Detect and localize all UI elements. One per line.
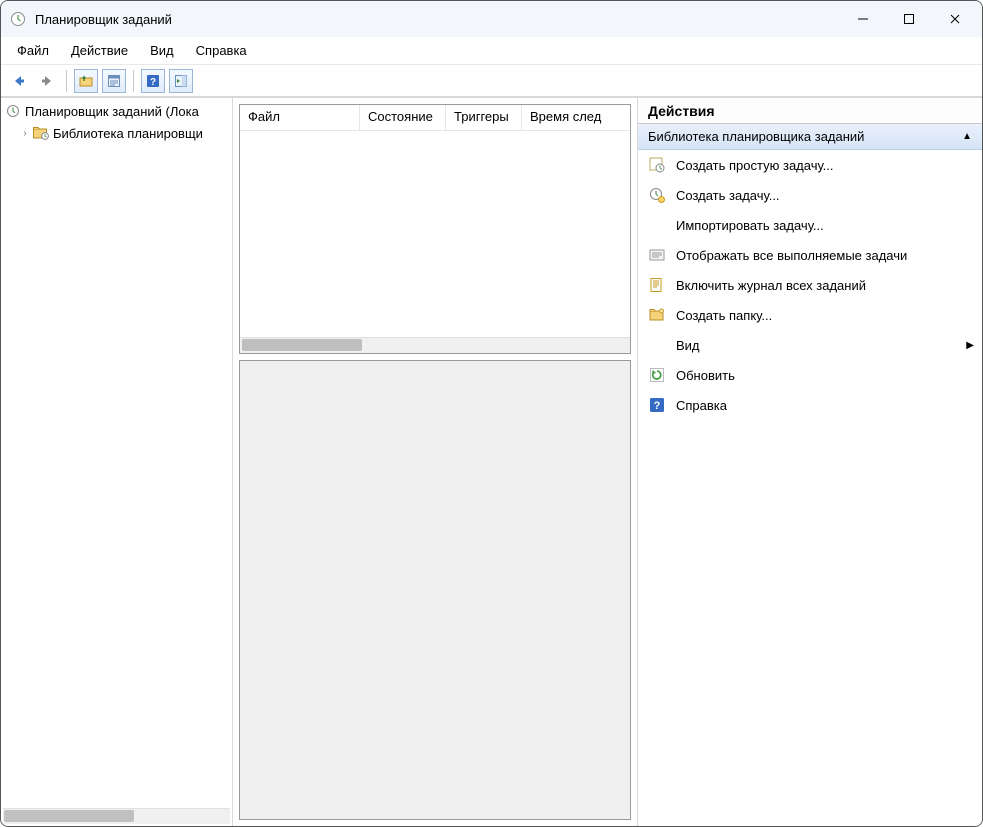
blank-icon [648, 216, 666, 234]
svg-text:?: ? [150, 77, 156, 88]
tree-panel: Планировщик заданий (Лока › Библиотека п… [1, 98, 233, 826]
action-label: Создать папку... [676, 308, 974, 323]
action-new-folder[interactable]: Создать папку... [638, 300, 982, 330]
tree-body: Планировщик заданий (Лока › Библиотека п… [1, 98, 232, 808]
collapse-up-icon: ▲ [962, 131, 972, 142]
action-label: Создать задачу... [676, 188, 974, 203]
task-detail-pane [239, 360, 631, 820]
menu-help[interactable]: Справка [186, 39, 257, 62]
toolbar-separator [66, 70, 67, 92]
window-title: Планировщик заданий [35, 12, 172, 27]
nav-forward-button[interactable] [35, 69, 59, 93]
minimize-button[interactable] [840, 3, 886, 35]
scrollbar-thumb[interactable] [242, 339, 362, 351]
title-bar: Планировщик заданий [1, 1, 982, 37]
menu-file[interactable]: Файл [7, 39, 59, 62]
properties-button[interactable] [102, 69, 126, 93]
column-header-state[interactable]: Состояние [360, 105, 446, 130]
list-horizontal-scrollbar[interactable] [240, 337, 630, 353]
chevron-right-icon[interactable]: › [19, 128, 31, 139]
scrollbar-thumb[interactable] [4, 810, 134, 822]
blank-icon [648, 336, 666, 354]
column-header-triggers[interactable]: Триггеры [446, 105, 522, 130]
content-area: Планировщик заданий (Лока › Библиотека п… [1, 97, 982, 826]
running-tasks-icon [648, 246, 666, 264]
action-label: Импортировать задачу... [676, 218, 974, 233]
maximize-button[interactable] [886, 3, 932, 35]
action-label: Справка [676, 398, 974, 413]
toolbar: ? [1, 65, 982, 97]
action-label: Создать простую задачу... [676, 158, 974, 173]
action-refresh[interactable]: Обновить [638, 360, 982, 390]
help-button[interactable]: ? [141, 69, 165, 93]
action-label: Включить журнал всех заданий [676, 278, 974, 293]
tree-root-node[interactable]: Планировщик заданий (Лока [1, 100, 232, 122]
menu-action[interactable]: Действие [61, 39, 138, 62]
nav-back-button[interactable] [7, 69, 31, 93]
action-label: Отображать все выполняемые задачи [676, 248, 974, 263]
task-list: Файл Состояние Триггеры Время след [239, 104, 631, 354]
actions-group-label: Библиотека планировщика заданий [648, 129, 864, 144]
new-task-icon [648, 186, 666, 204]
clock-icon [9, 10, 27, 28]
menu-view[interactable]: Вид [140, 39, 184, 62]
action-label: Вид [676, 338, 956, 353]
center-panel: Файл Состояние Триггеры Время след [233, 98, 637, 826]
svg-text:?: ? [654, 400, 661, 412]
folder-clock-icon [33, 125, 49, 141]
tree-horizontal-scrollbar[interactable] [3, 808, 230, 824]
tree-library-node[interactable]: › Библиотека планировщи [1, 122, 232, 144]
toolbar-separator [133, 70, 134, 92]
action-label: Обновить [676, 368, 974, 383]
menu-bar: Файл Действие Вид Справка [1, 37, 982, 65]
chevron-right-icon: ▶ [966, 340, 974, 351]
task-list-header: Файл Состояние Триггеры Время след [240, 105, 630, 131]
action-import-task[interactable]: Импортировать задачу... [638, 210, 982, 240]
actions-group-header[interactable]: Библиотека планировщика заданий ▲ [638, 124, 982, 150]
clock-icon [5, 103, 21, 119]
column-header-file[interactable]: Файл [240, 105, 360, 130]
actions-panel: Действия Библиотека планировщика заданий… [637, 98, 982, 826]
app-window: Планировщик заданий Файл Действие Вид Сп… [0, 0, 983, 827]
refresh-icon [648, 366, 666, 384]
task-list-body[interactable] [240, 131, 630, 337]
action-view-submenu[interactable]: Вид ▶ [638, 330, 982, 360]
column-header-next-run[interactable]: Время след [522, 105, 630, 130]
up-level-button[interactable] [74, 69, 98, 93]
action-create-task[interactable]: Создать задачу... [638, 180, 982, 210]
close-button[interactable] [932, 3, 978, 35]
action-help[interactable]: ? Справка [638, 390, 982, 420]
action-create-basic-task[interactable]: Создать простую задачу... [638, 150, 982, 180]
history-log-icon [648, 276, 666, 294]
action-enable-history[interactable]: Включить журнал всех заданий [638, 270, 982, 300]
wizard-clock-icon [648, 156, 666, 174]
actions-panel-title: Действия [638, 98, 982, 124]
tree-root-label: Планировщик заданий (Лока [25, 104, 199, 119]
help-icon: ? [648, 396, 666, 414]
new-folder-icon [648, 306, 666, 324]
action-show-running[interactable]: Отображать все выполняемые задачи [638, 240, 982, 270]
show-action-pane-button[interactable] [169, 69, 193, 93]
tree-library-label: Библиотека планировщи [53, 126, 203, 141]
